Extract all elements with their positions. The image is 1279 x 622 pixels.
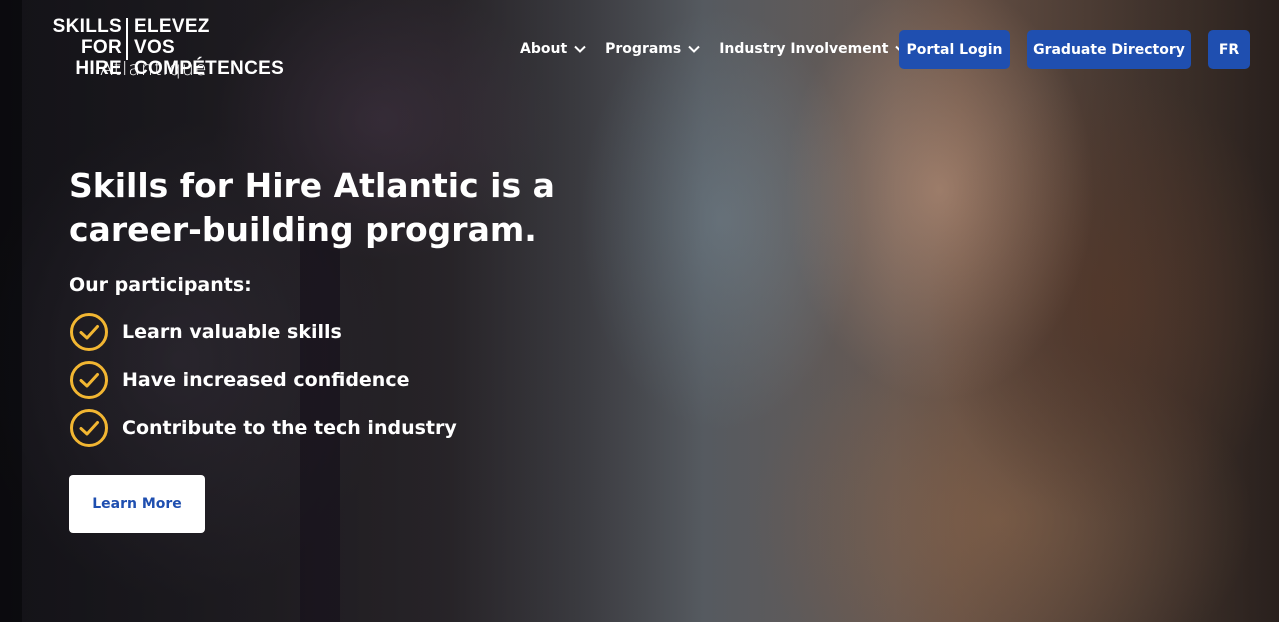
nav-item-label: About: [520, 41, 568, 57]
main-nav: About Programs Industry Involvement: [520, 30, 926, 68]
logo-text: ELEVEZ: [134, 16, 210, 37]
check-circle-icon: [70, 361, 108, 399]
benefit-text: Learn valuable skills: [122, 321, 342, 343]
nav-item-label: Industry Involvement: [719, 41, 889, 57]
chevron-down-icon: [574, 45, 586, 53]
check-circle-icon: [70, 409, 108, 447]
logo-text: SKILLS: [52, 16, 122, 37]
logo-subtitle: Atlantique: [100, 58, 208, 80]
hero-title: Skills for Hire Atlantic is a career-bui…: [69, 166, 555, 249]
chevron-down-icon: [688, 45, 700, 53]
list-item: Contribute to the tech industry: [69, 408, 457, 448]
nav-item-programs[interactable]: Programs: [605, 41, 701, 57]
portal-login-button[interactable]: Portal Login: [899, 30, 1010, 69]
learn-more-button[interactable]: Learn More: [69, 475, 205, 533]
benefit-text: Contribute to the tech industry: [122, 417, 457, 439]
graduate-directory-button[interactable]: Graduate Directory: [1027, 30, 1191, 69]
site-logo[interactable]: SKILLS FOR HIRE ELEVEZ VOS COMPÉTENCES A…: [42, 14, 304, 82]
check-circle-icon: [70, 313, 108, 351]
list-item: Learn valuable skills: [69, 312, 457, 352]
nav-item-about[interactable]: About: [520, 41, 587, 57]
benefits-list: Learn valuable skills Have increased con…: [69, 312, 457, 456]
benefit-text: Have increased confidence: [122, 369, 410, 391]
nav-item-industry-involvement[interactable]: Industry Involvement: [719, 41, 908, 57]
language-toggle-button[interactable]: FR: [1208, 30, 1250, 69]
logo-divider: [126, 18, 128, 60]
participants-label: Our participants:: [69, 274, 252, 296]
list-item: Have increased confidence: [69, 360, 457, 400]
nav-item-label: Programs: [605, 41, 682, 57]
